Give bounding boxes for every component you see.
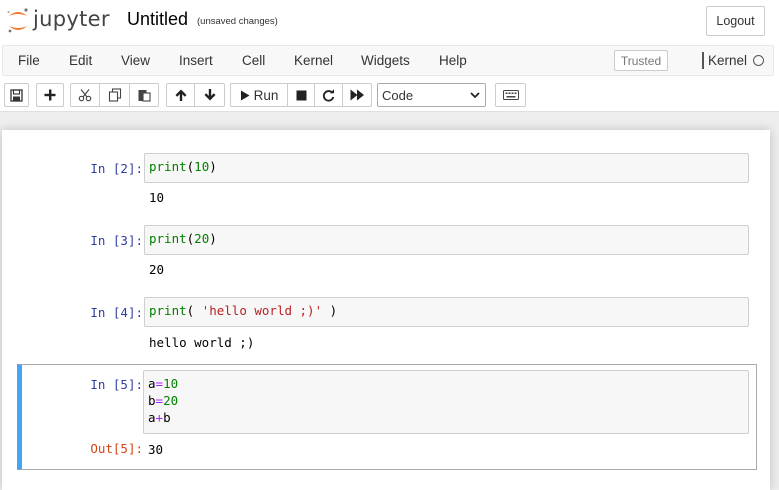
logo-text: jupyter [33,7,110,31]
menu-file[interactable]: File [18,46,40,75]
variable-token: a [148,410,156,425]
play-icon [240,90,250,100]
menu-cell[interactable]: Cell [242,46,265,75]
copy-button[interactable] [100,83,130,107]
kernel-idle-icon [753,55,764,66]
notebook-header: jupyter Untitled (unsaved changes) Logou… [0,0,779,112]
run-button[interactable]: Run [230,83,288,107]
input-prompt: In [2]: [90,161,143,176]
paren-token: ) [209,231,217,246]
logout-button[interactable]: Logout [706,6,765,36]
number-token: 10 [194,159,210,174]
code-cell[interactable]: In [4]: print( 'hello world ;)' ) hello … [17,292,757,356]
builtin-token: print [149,303,187,318]
code-cell[interactable]: In [3]: print(20) 20 [17,220,757,284]
kernel-name: Kernel [708,53,748,68]
cell-type-value: Code [382,87,414,103]
jupyter-logo[interactable]: jupyter [6,6,110,36]
output-prompt: Out[5]: [90,441,143,456]
input-prompt: In [4]: [90,305,143,320]
keyboard-icon [502,90,519,100]
plus-icon [44,89,56,101]
operator-token: + [155,410,164,425]
restart-button[interactable] [315,83,343,107]
save-button[interactable] [4,83,29,107]
code-line: a=10 [148,375,744,392]
save-status: (unsaved changes) [197,16,278,27]
code-editor[interactable]: print( 'hello world ;)' ) [144,297,749,327]
arrow-down-icon [204,89,215,101]
cell-type-select[interactable]: Code [377,83,486,107]
variable-token: b [163,410,171,425]
paren-token: ( [186,303,202,318]
toolbar: Run Code [0,80,779,110]
menu-widgets[interactable]: Widgets [361,46,410,75]
menu-help[interactable]: Help [439,46,467,75]
code-editor[interactable]: print(10) [144,153,749,183]
arrow-up-icon [175,89,186,101]
menubar: File Edit View Insert Cell Kernel Widget… [2,45,774,76]
kernel-separator [702,52,704,69]
paren-token: ) [209,159,217,174]
trusted-indicator[interactable]: Trusted [614,50,668,71]
cell-output: 10 [149,190,165,205]
code-editor[interactable]: print(20) [144,225,749,255]
builtin-token: print [149,231,187,246]
fast-forward-icon [350,89,364,101]
code-line: b=20 [148,392,744,409]
operator-token: = [155,393,164,408]
interrupt-button[interactable] [288,83,315,107]
menu-edit[interactable]: Edit [69,46,92,75]
string-token: 'hello world ;)' [201,303,323,318]
insert-cell-button[interactable] [36,83,64,107]
notebook-name[interactable]: Untitled [127,9,188,30]
save-icon [10,88,23,102]
code-line: print(20) [149,230,744,247]
variable-token: a [148,376,156,391]
move-down-button[interactable] [195,83,225,107]
copy-icon [108,88,121,102]
code-line: a+b [148,409,744,426]
paren-token: ) [322,303,338,318]
move-up-button[interactable] [166,83,195,107]
menu-kernel[interactable]: Kernel [294,46,333,75]
chevron-down-icon [470,92,480,99]
stop-icon [296,90,306,100]
menu-view[interactable]: View [121,46,150,75]
jupyter-logo-icon [7,8,28,33]
paste-icon [138,90,151,102]
number-token: 20 [163,393,179,408]
code-editor[interactable]: a=10 b=20 a+b [143,370,749,434]
restart-icon [322,88,335,102]
code-line: print( 'hello world ;)' ) [149,302,744,319]
number-token: 10 [163,376,179,391]
command-palette-button[interactable] [495,83,526,107]
run-all-button[interactable] [343,83,372,107]
selected-code-cell[interactable]: In [5]: a=10 b=20 a+b Out[5]: 30 [17,364,757,470]
cut-icon [78,89,92,102]
cell-output: hello world ;) [149,335,255,350]
variable-token: b [148,393,156,408]
paste-button[interactable] [130,83,159,107]
code-cell[interactable]: In [2]: print(10) 10 [17,148,757,212]
notebook-container: In [2]: print(10) 10 In [3]: print(20) 2… [2,130,770,490]
builtin-token: print [149,159,187,174]
number-token: 20 [194,231,210,246]
cell-output: 20 [149,262,165,277]
run-label: Run [253,87,279,103]
input-prompt: In [3]: [90,233,143,248]
cut-button[interactable] [70,83,100,107]
code-line: print(10) [149,158,744,175]
menu-insert[interactable]: Insert [179,46,213,75]
input-prompt: In [5]: [90,377,143,392]
operator-token: = [155,376,164,391]
cell-output: 30 [148,442,164,457]
